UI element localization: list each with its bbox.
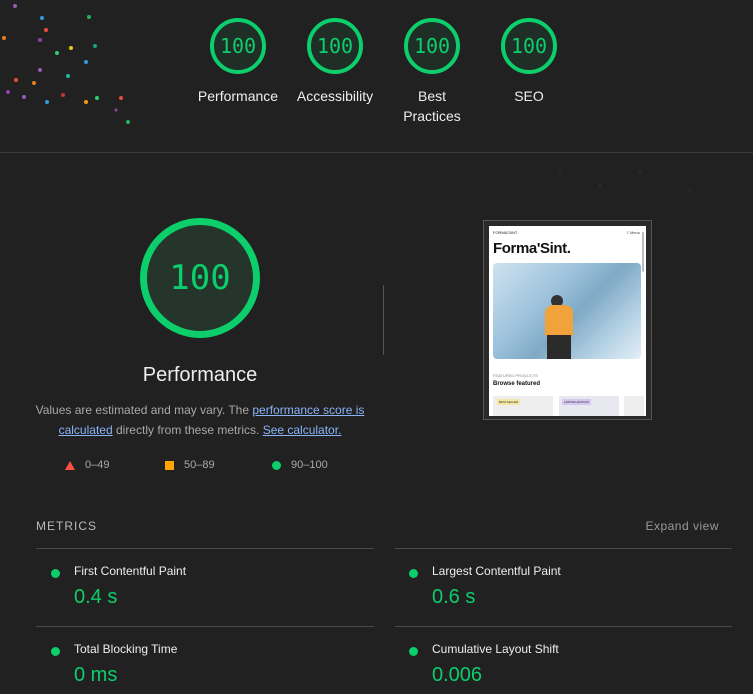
screenshot-content: FORMA'SINT. ≡ Menu Forma'Sint. FEATURED … (489, 226, 646, 416)
gauge-score: 100 (404, 18, 460, 74)
metric-divider (395, 548, 732, 549)
metric-divider (395, 626, 732, 627)
screenshot-tag: LIMITED EDITION (562, 399, 591, 405)
metric-value: 0.6 s (432, 586, 476, 608)
pass-circle-icon (51, 647, 60, 656)
desc-text: directly from these metrics. (112, 423, 263, 437)
metric-name: Largest Contentful Paint (432, 564, 561, 578)
category-gauges: 100 Performance 100 Accessibility 100 Be… (0, 18, 753, 148)
gauge-accessibility[interactable]: 100 Accessibility (285, 18, 385, 106)
gauge-seo[interactable]: 100 SEO (479, 18, 579, 106)
metric-divider (36, 626, 374, 627)
screenshot-menu: ≡ Menu (626, 230, 640, 235)
screenshot-headline: Forma'Sint. (493, 240, 571, 257)
legend-fail: 0–49 (65, 459, 109, 471)
pass-circle-icon (409, 647, 418, 656)
gauge-label: Best Practices (403, 88, 461, 124)
climber-jacket (545, 305, 573, 337)
metric-name: Total Blocking Time (74, 642, 178, 656)
gauge-performance[interactable]: 100 Performance (188, 18, 288, 106)
expand-view-button[interactable]: Expand view (645, 519, 719, 533)
legend-range: 0–49 (85, 459, 110, 471)
performance-score-gauge: 100 (140, 218, 260, 338)
screenshot-tag: BESTSELLER (497, 399, 521, 405)
pass-circle-icon (51, 569, 60, 578)
climber-pants (547, 335, 571, 359)
legend-average: 50–89 (165, 459, 215, 471)
screenshot-scrollbar (642, 232, 644, 272)
gauge-label: Accessibility (296, 88, 374, 104)
legend-range: 90–100 (291, 459, 328, 471)
triangle-icon (65, 460, 75, 470)
screenshot-hero-image (493, 263, 641, 359)
gauge-label: Performance (197, 88, 279, 104)
screenshot-section-small: FEATURED PRODUCTS (493, 373, 538, 378)
screenshot-brand: FORMA'SINT. (493, 230, 518, 235)
desc-text: Values are estimated and may vary. The (35, 403, 253, 417)
performance-description: Values are estimated and may vary. The p… (30, 400, 370, 440)
metric-value: 0 ms (74, 664, 118, 686)
legend-pass: 90–100 (272, 459, 328, 471)
square-icon (165, 460, 174, 470)
gauge-score: 100 (210, 18, 266, 74)
see-calculator-link[interactable]: See calculator. (263, 423, 342, 437)
pass-circle-icon (409, 569, 418, 578)
gauge-label: SEO (514, 88, 544, 104)
page-screenshot-thumbnail[interactable]: FORMA'SINT. ≡ Menu Forma'Sint. FEATURED … (483, 220, 652, 420)
vertical-divider (383, 285, 384, 355)
header-divider (0, 152, 753, 153)
gauge-score: 100 (307, 18, 363, 74)
screenshot-section-title: Browse featured (493, 381, 541, 387)
metric-name: First Contentful Paint (74, 564, 187, 578)
gauge-best-practices[interactable]: 100 Best Practices (382, 18, 482, 126)
performance-title: Performance (142, 364, 258, 386)
metric-value: 0.4 s (74, 586, 118, 608)
metric-name: Cumulative Layout Shift (432, 642, 559, 656)
metric-value: 0.006 (432, 664, 483, 686)
gauge-score: 100 (501, 18, 557, 74)
metric-divider (36, 548, 374, 549)
screenshot-product-card (624, 396, 644, 416)
legend-range: 50–89 (184, 459, 215, 471)
metrics-heading: METRICS (36, 519, 97, 533)
circle-icon (272, 460, 281, 470)
